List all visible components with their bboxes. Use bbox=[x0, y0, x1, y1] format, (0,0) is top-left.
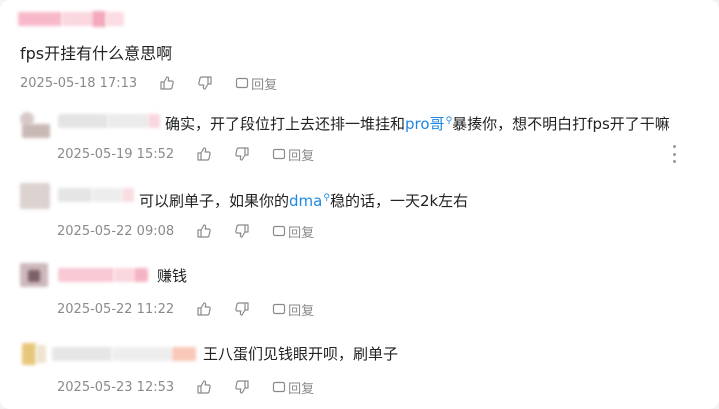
more-vertical-icon[interactable] bbox=[667, 145, 681, 163]
dislike-button[interactable] bbox=[234, 146, 250, 162]
reply-3-text: 赚钱 bbox=[157, 267, 188, 285]
dislike-button[interactable] bbox=[234, 223, 250, 239]
reply-button[interactable]: 回复 bbox=[272, 222, 314, 241]
reply-2-text: 可以刷单子，如果你的dma⚲稳的话，一天2k左右 bbox=[139, 192, 469, 210]
comment-meta: 2025-05-18 17:13 回复 bbox=[20, 73, 277, 93]
reply-1-meta: 2025-05-19 15:52 回复 bbox=[57, 144, 314, 164]
reply-icon bbox=[273, 381, 286, 393]
thumbs-down-icon bbox=[235, 302, 249, 316]
like-button[interactable] bbox=[196, 301, 212, 317]
thumbs-up-icon bbox=[197, 380, 211, 394]
reply-label: 回复 bbox=[251, 77, 278, 93]
thumbs-up-icon bbox=[197, 147, 211, 161]
reply-icon bbox=[273, 225, 286, 237]
dislike-button[interactable] bbox=[234, 301, 250, 317]
keyword-link[interactable]: pro哥⚲ bbox=[405, 115, 452, 133]
reply-3-meta: 2025-05-22 11:22 回复 bbox=[57, 299, 314, 319]
like-button[interactable] bbox=[196, 379, 212, 395]
reply-icon bbox=[236, 77, 249, 89]
thumbs-up-icon bbox=[197, 302, 211, 316]
reply-4-meta: 2025-05-23 12:53 回复 bbox=[57, 377, 314, 397]
reply-4-time: 2025-05-23 12:53 bbox=[57, 379, 175, 395]
reply-button[interactable]: 回复 bbox=[272, 145, 314, 164]
dislike-button[interactable] bbox=[234, 379, 250, 395]
thumbs-down-icon bbox=[198, 76, 212, 90]
reply-1-text: 确实，开了段位打上去还排一堆挂和pro哥⚲暴揍你，想不明白打fps开了干嘛 bbox=[165, 115, 670, 133]
comment-thread: fps开挂有什么意思啊 2025-05-18 17:13 回复 确实，开了段位打… bbox=[0, 0, 719, 409]
reply-2-time: 2025-05-22 09:08 bbox=[57, 223, 175, 239]
reply-1-time: 2025-05-19 15:52 bbox=[57, 146, 175, 162]
keyword-link[interactable]: dma⚲ bbox=[289, 192, 330, 210]
reply-button[interactable]: 回复 bbox=[235, 74, 277, 93]
reply-2-meta: 2025-05-22 09:08 回复 bbox=[57, 221, 314, 241]
reply-icon bbox=[273, 303, 286, 315]
reply-button[interactable]: 回复 bbox=[272, 378, 314, 397]
thumbs-down-icon bbox=[235, 147, 249, 161]
dislike-button[interactable] bbox=[197, 75, 213, 91]
reply-4-text: 王八蛋们见钱眼开呗，刷单子 bbox=[203, 345, 399, 363]
thumbs-up-icon bbox=[197, 224, 211, 238]
reply-icon bbox=[273, 148, 286, 160]
thumbs-down-icon bbox=[235, 224, 249, 238]
search-icon: ⚲ bbox=[323, 193, 330, 203]
thumbs-up-icon bbox=[160, 76, 174, 90]
comment-time: 2025-05-18 17:13 bbox=[20, 75, 138, 91]
like-button[interactable] bbox=[196, 146, 212, 162]
reply-button[interactable]: 回复 bbox=[272, 300, 314, 319]
like-button[interactable] bbox=[196, 223, 212, 239]
comment-text: fps开挂有什么意思啊 bbox=[20, 44, 173, 63]
thumbs-down-icon bbox=[235, 380, 249, 394]
reply-3-time: 2025-05-22 11:22 bbox=[57, 301, 175, 317]
like-button[interactable] bbox=[159, 75, 175, 91]
